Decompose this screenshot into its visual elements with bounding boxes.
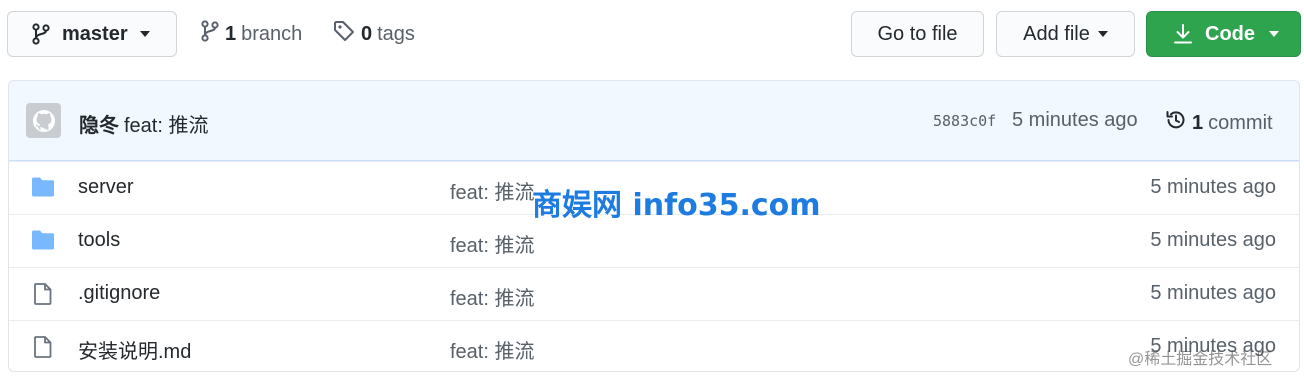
file-listing: 隐冬 feat: 推流 5883c0f 5 minutes ago 1 comm… [8,80,1300,372]
commit-time: 5 minutes ago [1012,109,1138,131]
branch-select-button[interactable]: master [7,11,177,57]
git-branch-icon [201,20,219,48]
chevron-down-icon [1097,31,1108,37]
commit-history-link[interactable]: 1 commit [1165,109,1273,137]
commit-message[interactable]: feat: 推流 [124,109,208,138]
go-to-file-button[interactable]: Go to file [851,11,984,57]
file-name[interactable]: 安装说明.md [78,335,191,364]
file-name[interactable]: .gitignore [78,282,160,305]
file-icon [31,335,55,364]
code-label: Code [1205,22,1255,45]
tag-count-label: tags [377,22,415,45]
tag-count: 0 [361,22,373,45]
code-button[interactable]: Code [1146,11,1301,57]
file-commit-message[interactable]: feat: 推流 [450,282,534,311]
file-name[interactable]: tools [78,229,120,252]
file-row[interactable]: 安装说明.md feat: 推流 5 minutes ago [9,320,1299,371]
go-to-file-label: Go to file [877,22,958,45]
branch-name: master [62,22,128,45]
folder-icon [31,176,55,203]
file-commit-message[interactable]: feat: 推流 [450,229,534,258]
file-name[interactable]: server [78,176,134,199]
latest-commit-bar: 隐冬 feat: 推流 5883c0f 5 minutes ago 1 comm… [9,81,1299,161]
file-commit-time: 5 minutes ago [1150,229,1276,251]
add-file-label: Add file [1023,22,1090,45]
folder-icon [31,229,55,256]
download-icon [1173,23,1193,45]
commit-count: 1 [1192,111,1204,134]
commit-author[interactable]: 隐冬 [79,109,119,138]
github-icon [32,109,55,132]
commit-count-label: commit [1208,111,1273,134]
branch-count: 1 [225,22,237,45]
file-commit-message[interactable]: feat: 推流 [450,335,534,364]
file-icon [31,282,55,311]
branches-link[interactable]: 1 branch [201,11,302,57]
file-row[interactable]: .gitignore feat: 推流 5 minutes ago [9,267,1299,320]
tag-icon [333,20,355,48]
chevron-down-icon [1269,31,1279,37]
add-file-button[interactable]: Add file [996,11,1135,57]
file-commit-message[interactable]: feat: 推流 [450,176,534,205]
git-branch-icon [32,23,50,45]
chevron-down-icon [139,31,150,37]
credit-watermark: @稀土掘金技术社区 [1128,351,1273,368]
commit-sha[interactable]: 5883c0f [933,112,996,130]
file-commit-time: 5 minutes ago [1150,176,1276,198]
file-commit-time: 5 minutes ago [1150,282,1276,304]
tags-link[interactable]: 0 tags [333,11,415,57]
history-icon [1165,109,1187,137]
watermark-text: 商娱网 info35.com [532,188,821,223]
branch-count-label: branch [241,22,303,45]
avatar[interactable] [26,103,61,138]
